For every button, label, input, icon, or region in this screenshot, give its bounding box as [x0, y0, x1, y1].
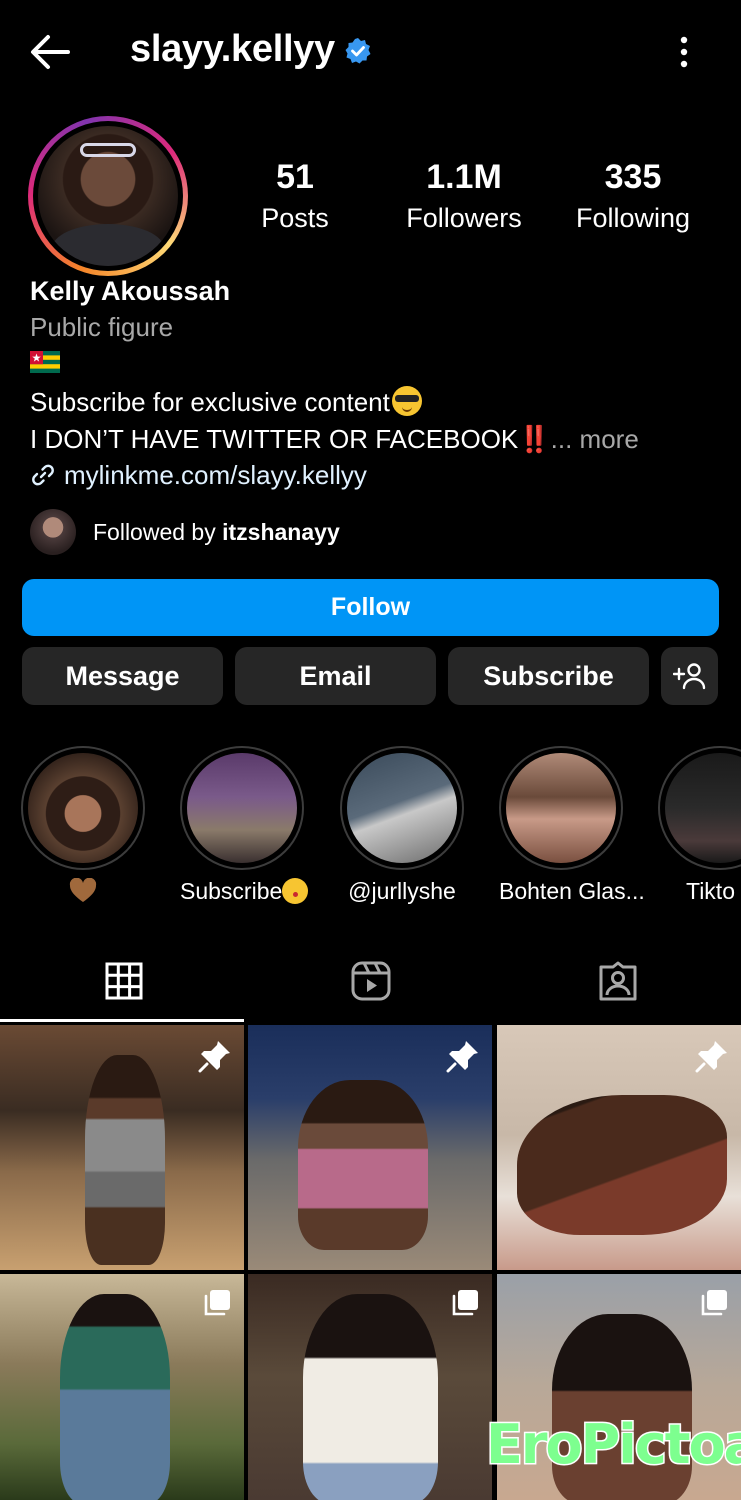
more-vertical-icon [680, 36, 688, 68]
stat-following[interactable]: 335 Following [553, 158, 713, 234]
followers-count: 1.1M [426, 158, 502, 196]
togo-flag-icon [30, 351, 60, 373]
grid-post[interactable] [248, 1274, 492, 1500]
tab-posts-grid[interactable] [0, 940, 247, 1022]
following-count: 335 [604, 158, 662, 196]
top-bar: slayy.kellyy [0, 0, 741, 104]
kissing-face-icon [282, 878, 309, 904]
followers-label: Followers [406, 203, 522, 233]
brown-heart-icon [69, 878, 97, 902]
tab-tagged[interactable] [494, 940, 741, 1022]
stat-followers[interactable]: 1.1M Followers [384, 158, 544, 234]
arrow-left-icon [31, 35, 70, 69]
sunglasses-emoji-icon [391, 386, 422, 416]
followed-by-text: Followed by itzshanayy [93, 519, 340, 545]
highlight-label: @jurllyshe [348, 878, 456, 904]
more-options-button[interactable] [668, 34, 700, 70]
watermark-logo: EroPictoa [485, 1412, 741, 1478]
add-user-icon [672, 663, 705, 690]
highlight-5[interactable]: Tikto [658, 746, 741, 905]
pin-icon [198, 1041, 230, 1073]
verified-badge-icon [344, 37, 372, 65]
active-tab-indicator [0, 1019, 244, 1022]
highlight-cover [28, 753, 138, 863]
bio-link[interactable]: mylinkme.com/slayy.kellyy [30, 460, 367, 491]
profile-avatar[interactable] [28, 116, 188, 276]
bio-line-1: Subscribe for exclusive content [30, 386, 422, 418]
highlight-1[interactable] [21, 746, 145, 910]
bio-line-2: I DON’T HAVE TWITTER OR FACEBOOK‼️... mo… [30, 424, 639, 454]
profile-username: slayy.kellyy [130, 28, 335, 70]
subscribe-button[interactable]: Subscribe [448, 647, 649, 705]
following-label: Following [575, 203, 691, 233]
highlight-cover [506, 753, 616, 863]
grid-post[interactable] [0, 1274, 244, 1500]
add-user-button[interactable] [661, 647, 718, 705]
stat-posts[interactable]: 51 Posts [215, 158, 375, 234]
email-button[interactable]: Email [235, 647, 436, 705]
posts-label: Posts [261, 203, 329, 233]
multiple-photos-icon [204, 1290, 230, 1316]
avatar-image [38, 126, 178, 266]
full-name: Kelly Akoussah [30, 276, 231, 306]
grid-post[interactable] [497, 1025, 741, 1270]
tagged-icon [599, 961, 636, 1001]
double-exclamation-icon: ‼️ [518, 424, 551, 454]
posts-count: 51 [276, 158, 314, 196]
highlight-cover [347, 753, 457, 863]
pin-icon [446, 1041, 478, 1073]
follower-avatar [30, 509, 76, 555]
tab-reels[interactable] [247, 940, 494, 1022]
highlight-3[interactable]: @jurllyshe [340, 746, 464, 905]
highlight-4[interactable]: Bohten Glas... [499, 746, 645, 905]
highlight-label [21, 878, 145, 910]
bio-more-link[interactable]: ... more [551, 424, 639, 454]
highlight-label: Tikto [686, 878, 735, 904]
reels-icon [351, 961, 390, 1001]
grid-post[interactable] [248, 1025, 492, 1270]
link-icon [32, 464, 54, 486]
grid-icon [105, 962, 142, 1000]
multiple-photos-icon [452, 1290, 478, 1316]
follow-button[interactable]: Follow [22, 579, 719, 636]
grid-post[interactable] [0, 1025, 244, 1270]
followed-by-row[interactable]: Followed by itzshanayy [30, 509, 630, 555]
highlight-cover [187, 753, 297, 863]
pin-icon [695, 1041, 727, 1073]
back-button[interactable] [26, 30, 74, 74]
message-button[interactable]: Message [22, 647, 223, 705]
profile-tabs [0, 940, 741, 1022]
highlight-label: Subscribe [180, 878, 309, 905]
highlight-2[interactable]: Subscribe [180, 746, 309, 905]
category-label: Public figure [30, 312, 174, 342]
highlight-label: Bohten Glas... [499, 878, 645, 904]
multiple-photos-icon [701, 1290, 727, 1316]
highlight-cover [665, 753, 741, 863]
